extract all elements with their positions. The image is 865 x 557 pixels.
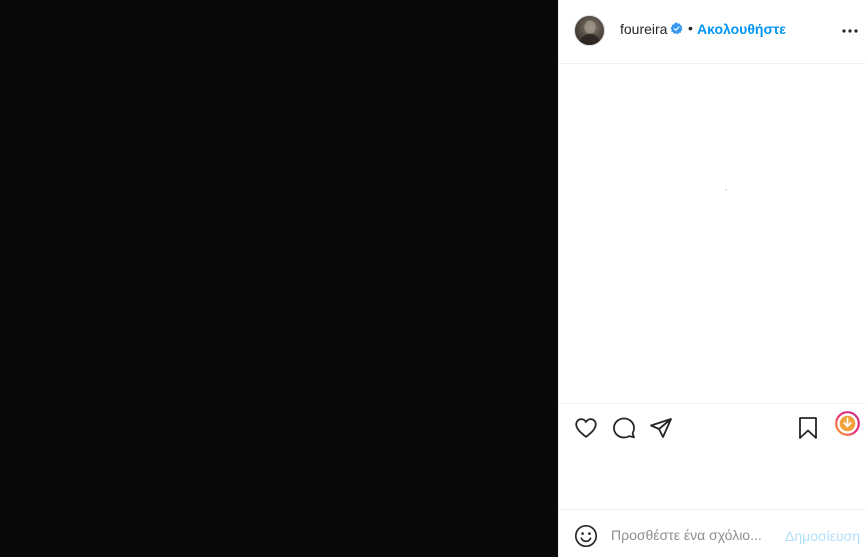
comment-icon [613, 417, 635, 439]
post-header: foureira • Ακολουθήστε [559, 0, 865, 64]
post-side-panel: foureira • Ακολουθήστε Προσθέστε ένα σχό… [558, 0, 865, 557]
avatar[interactable] [574, 15, 605, 46]
separator-dot: • [688, 20, 693, 36]
send-icon [650, 418, 672, 438]
emoji-icon[interactable] [574, 524, 598, 548]
post-media[interactable] [0, 0, 558, 557]
action-bar [559, 403, 865, 451]
avatar-image [578, 20, 602, 45]
circular-badge-icon[interactable] [835, 411, 860, 436]
more-options-icon[interactable] [841, 22, 859, 40]
comment-input[interactable] [611, 524, 781, 546]
heart-icon [575, 418, 597, 438]
bookmark-icon [799, 417, 817, 439]
comment-button[interactable] [612, 416, 636, 440]
verified-badge-icon [670, 22, 683, 35]
username[interactable]: foureira [620, 21, 667, 37]
loading-indicator [725, 189, 727, 190]
comments-area [559, 65, 865, 403]
add-comment-bar: Δημοσίευση [559, 509, 865, 557]
share-button[interactable] [649, 416, 673, 440]
follow-button[interactable]: Ακολουθήστε [697, 21, 786, 37]
like-button[interactable] [574, 416, 598, 440]
post-comment-button[interactable]: Δημοσίευση [785, 528, 860, 544]
save-button[interactable] [796, 416, 820, 440]
